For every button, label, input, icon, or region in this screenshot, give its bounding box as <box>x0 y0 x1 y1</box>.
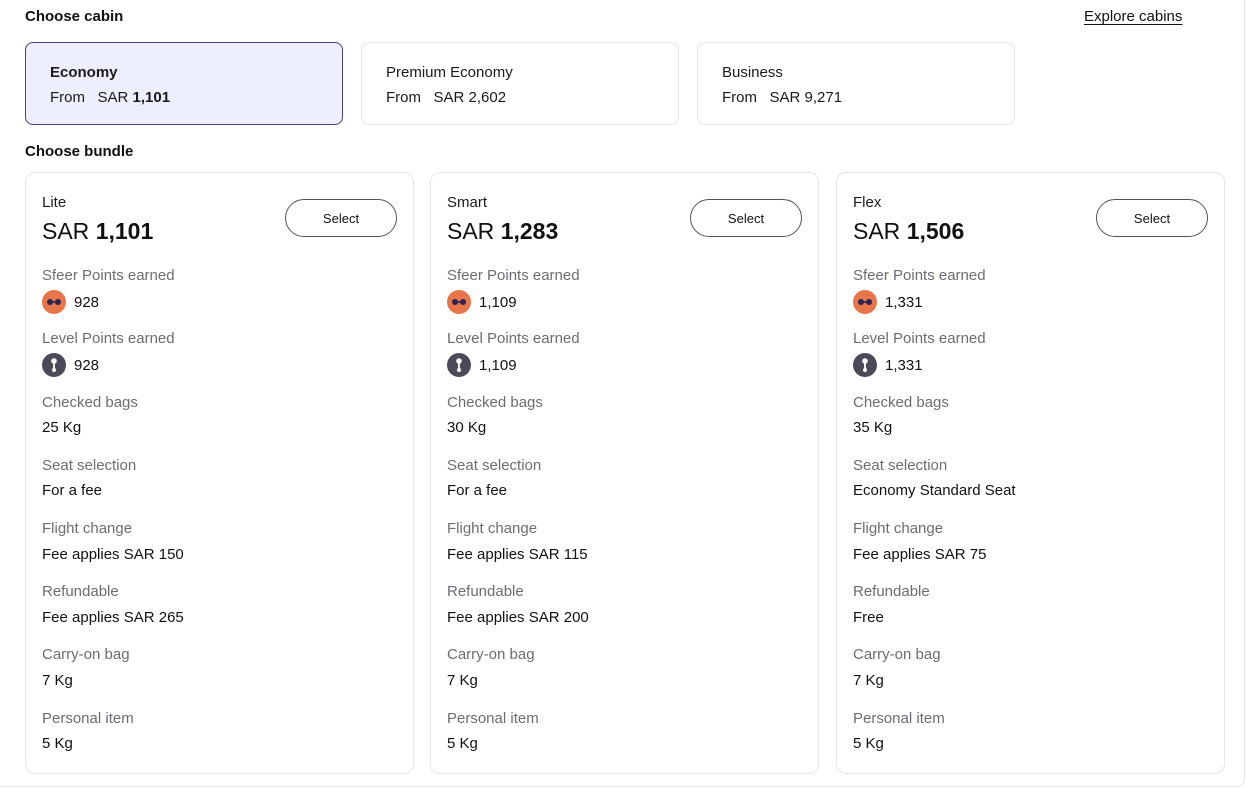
level-points-row: 1,109 <box>447 353 517 377</box>
bundle-name: Lite <box>42 194 67 211</box>
refundable-value: Fee applies SAR 265 <box>42 609 184 626</box>
checked-bags-value: 35 Kg <box>853 419 893 436</box>
sfeer-points-row: 1,331 <box>853 290 923 314</box>
checked-bags-label: Checked bags <box>853 394 949 411</box>
seat-selection-label: Seat selection <box>42 457 137 474</box>
flight-change-value: Fee applies SAR 75 <box>853 546 987 563</box>
sfeer-points-label: Sfeer Points earned <box>447 267 580 284</box>
cabin-card-premium-economy[interactable]: Premium Economy From SAR 2,602 <box>361 42 679 125</box>
select-bundle-button[interactable]: Select <box>690 199 802 237</box>
flight-change-label: Flight change <box>42 520 133 537</box>
bundle-name: Flex <box>853 194 882 211</box>
personal-item-label: Personal item <box>853 710 945 727</box>
checked-bags-label: Checked bags <box>42 394 138 411</box>
checked-bags-label: Checked bags <box>447 394 543 411</box>
bundle-price: SAR 1,506 <box>853 218 965 244</box>
level-points-value: 1,331 <box>885 356 923 374</box>
refundable-label: Refundable <box>853 583 930 600</box>
cabin-name: Business <box>722 64 783 81</box>
bundle-card-flex: Flex SAR 1,506 Select Sfeer Points earne… <box>836 172 1225 774</box>
carry-on-label: Carry-on bag <box>447 646 535 663</box>
choose-cabin-heading: Choose cabin <box>25 8 124 25</box>
bundle-name: Smart <box>447 194 488 211</box>
level-points-label: Level Points earned <box>42 330 175 347</box>
level-points-value: 928 <box>74 356 100 374</box>
level-points-label: Level Points earned <box>447 330 580 347</box>
level-points-icon <box>447 353 471 377</box>
sfeer-points-row: 1,109 <box>447 290 517 314</box>
flight-change-label: Flight change <box>853 520 944 537</box>
sfeer-points-label: Sfeer Points earned <box>42 267 175 284</box>
checked-bags-value: 25 Kg <box>42 419 82 436</box>
cabin-price: From SAR 9,271 <box>722 89 843 106</box>
sfeer-points-icon <box>42 290 66 314</box>
sfeer-points-value: 928 <box>74 293 100 311</box>
cabin-name: Premium Economy <box>386 64 513 81</box>
checked-bags-value: 30 Kg <box>447 419 487 436</box>
sfeer-points-row: 928 <box>42 290 99 314</box>
level-points-row: 928 <box>42 353 99 377</box>
carry-on-value: 7 Kg <box>853 672 884 689</box>
explore-cabins-link[interactable]: Explore cabins <box>1084 8 1182 25</box>
personal-item-value: 5 Kg <box>853 735 884 752</box>
refundable-value: Free <box>853 609 884 626</box>
sfeer-points-icon <box>853 290 877 314</box>
cabin-name: Economy <box>50 64 118 81</box>
carry-on-label: Carry-on bag <box>42 646 130 663</box>
bundle-card-smart: Smart SAR 1,283 Select Sfeer Points earn… <box>430 172 819 774</box>
seat-selection-value: For a fee <box>447 482 508 499</box>
flight-change-label: Flight change <box>447 520 538 537</box>
bundle-card-lite: Lite SAR 1,101 Select Sfeer Points earne… <box>25 172 414 774</box>
seat-selection-label: Seat selection <box>447 457 542 474</box>
seat-selection-label: Seat selection <box>853 457 948 474</box>
refundable-label: Refundable <box>42 583 119 600</box>
sfeer-points-value: 1,109 <box>479 293 517 311</box>
flight-change-value: Fee applies SAR 150 <box>42 546 184 563</box>
carry-on-value: 7 Kg <box>42 672 73 689</box>
level-points-row: 1,331 <box>853 353 923 377</box>
personal-item-value: 5 Kg <box>42 735 73 752</box>
level-points-label: Level Points earned <box>853 330 986 347</box>
sfeer-points-label: Sfeer Points earned <box>853 267 986 284</box>
level-points-icon <box>853 353 877 377</box>
cabin-card-economy[interactable]: Economy From SAR 1,101 <box>25 42 343 125</box>
personal-item-label: Personal item <box>447 710 539 727</box>
seat-selection-value: Economy Standard Seat <box>853 482 1016 499</box>
refundable-label: Refundable <box>447 583 524 600</box>
cabin-price: From SAR 2,602 <box>386 89 507 106</box>
carry-on-value: 7 Kg <box>447 672 478 689</box>
sfeer-points-icon <box>447 290 471 314</box>
refundable-value: Fee applies SAR 200 <box>447 609 589 626</box>
bundle-price: SAR 1,283 <box>447 218 559 244</box>
personal-item-label: Personal item <box>42 710 134 727</box>
level-points-value: 1,109 <box>479 356 517 374</box>
select-bundle-button[interactable]: Select <box>1096 199 1208 237</box>
cabin-card-business[interactable]: Business From SAR 9,271 <box>697 42 1015 125</box>
select-bundle-button[interactable]: Select <box>285 199 397 237</box>
sfeer-points-value: 1,331 <box>885 293 923 311</box>
personal-item-value: 5 Kg <box>447 735 478 752</box>
level-points-icon <box>42 353 66 377</box>
choose-bundle-heading: Choose bundle <box>25 143 134 160</box>
flight-change-value: Fee applies SAR 115 <box>447 546 588 563</box>
bundle-price: SAR 1,101 <box>42 218 154 244</box>
cabin-price: From SAR 1,101 <box>50 89 171 106</box>
seat-selection-value: For a fee <box>42 482 103 499</box>
carry-on-label: Carry-on bag <box>853 646 941 663</box>
